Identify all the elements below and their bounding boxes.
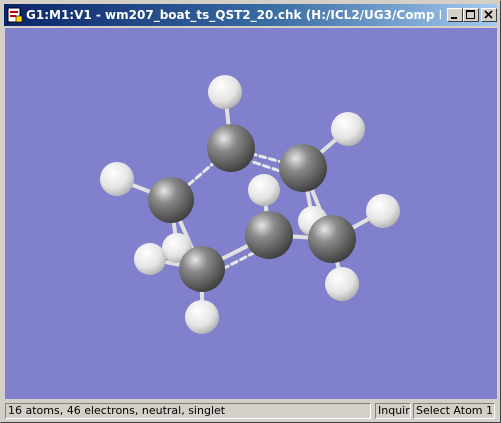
carbon-atom [308,215,356,263]
hydrogen-atom [185,300,219,334]
molecule-viewport[interactable] [5,28,497,399]
maximize-icon [466,10,475,19]
hydrogen-atom [366,194,400,228]
window-title: G1:M1:V1 - wm207_boat_ts_QST2_20.chk (H:… [26,8,441,22]
hydrogen-atom [325,267,359,301]
carbon-atom [245,211,293,259]
title-bar[interactable]: G1:M1:V1 - wm207_boat_ts_QST2_20.chk (H:… [4,4,497,26]
close-icon [484,10,493,19]
status-mode: Inquire [375,403,411,419]
hydrogen-atom [331,112,365,146]
carbon-atom [148,177,194,223]
hydrogen-atom [134,243,166,275]
carbon-atom [207,124,255,172]
status-action: Select Atom 1 [413,403,495,419]
application-window: G1:M1:V1 - wm207_boat_ts_QST2_20.chk (H:… [0,0,501,423]
hydrogen-atom [208,75,242,109]
status-molecule-summary: 16 atoms, 46 electrons, neutral, singlet [5,403,371,419]
maximize-button[interactable] [463,8,479,22]
hydrogen-atom [100,162,134,196]
gaussview-app-icon[interactable] [7,7,23,23]
minimize-button[interactable] [447,8,463,22]
carbon-atom [179,246,225,292]
close-button[interactable] [481,8,497,22]
status-bar: 16 atoms, 46 electrons, neutral, singlet… [4,401,497,421]
carbon-atom [279,144,327,192]
atoms[interactable] [100,75,400,334]
minimize-icon [451,17,457,19]
molecule-canvas[interactable] [5,28,497,399]
hydrogen-atom [248,174,280,206]
